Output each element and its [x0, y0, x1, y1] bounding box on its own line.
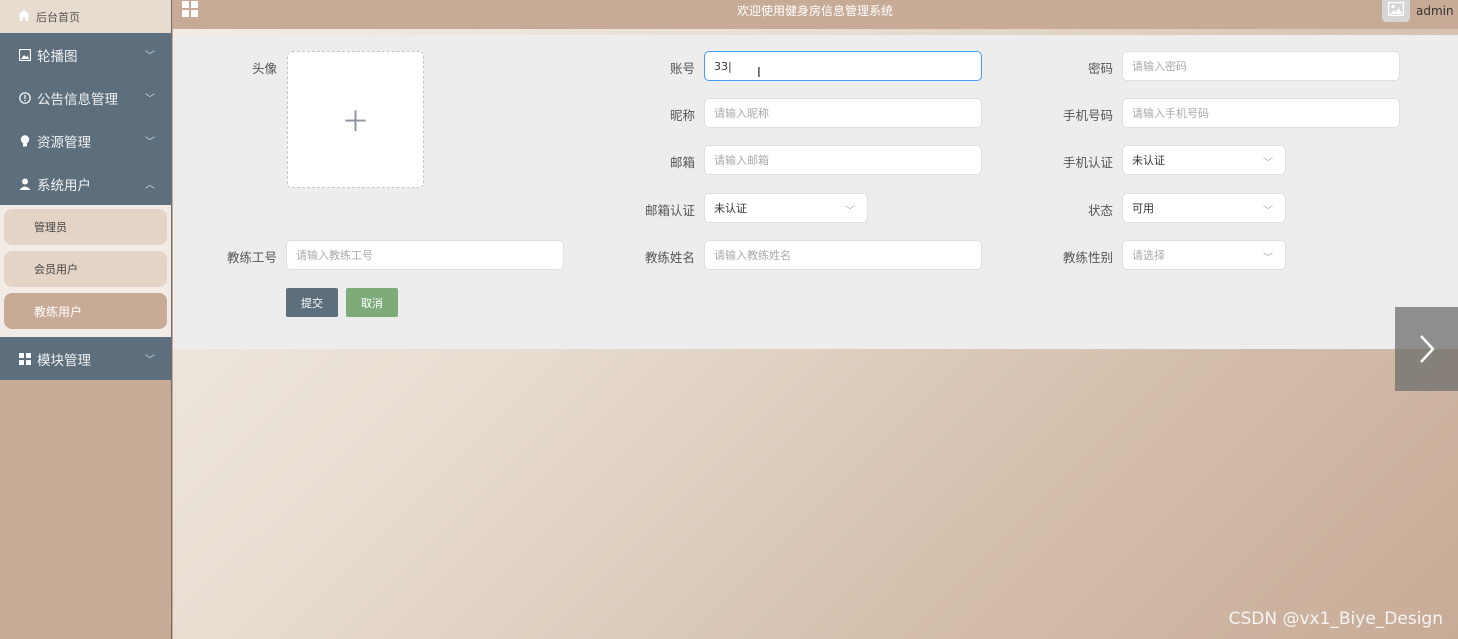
password-label: 密码 [1087, 61, 1113, 76]
phone-input[interactable]: 请输入手机号码 [1122, 98, 1400, 128]
submit-button[interactable]: 提交 [286, 288, 338, 317]
sidebar-item-label: 公告信息管理 [37, 91, 118, 108]
phone-verify-label: 手机认证 [1062, 155, 1113, 170]
phone-label: 手机号码 [1062, 108, 1113, 123]
email-input[interactable]: 请输入邮箱 [704, 145, 982, 175]
nickname-input[interactable]: 请输入昵称 [704, 98, 982, 128]
coach-name-input[interactable]: 请输入教练姓名 [704, 240, 982, 270]
coach-id-input[interactable]: 请输入教练工号 [286, 240, 564, 270]
sidebar-menu: 轮播图 ﹀ 公告信息管理 ﹀ 资源管理 ﹀ 系统用户 ︿ [0, 33, 171, 205]
info-icon [18, 91, 31, 104]
grid-icon [18, 352, 31, 365]
coach-gender-select[interactable]: 请选择 ﹀ [1122, 240, 1286, 270]
phone-verify-select[interactable]: 未认证 ﹀ [1122, 145, 1286, 175]
email-verify-label: 邮箱认证 [644, 203, 695, 218]
text-cursor-icon: I [757, 66, 761, 81]
chevron-down-icon: ﹀ [145, 51, 155, 62]
status-select[interactable]: 可用 ﹀ [1122, 193, 1286, 223]
email-verify-select[interactable]: 未认证 ﹀ [704, 193, 868, 223]
chevron-right-icon [1419, 335, 1435, 363]
chevron-down-icon: ﹀ [145, 94, 155, 105]
chevron-down-icon: ﹀ [145, 355, 155, 366]
cancel-button[interactable]: 取消 [346, 288, 398, 317]
coach-form: 头像 ＋ 账号 33 | 密码 请输入密码 昵称 请输入昵称 手机号码 请输入手机… [173, 35, 1458, 349]
sidebar-item-carousel[interactable]: 轮播图 ﹀ [0, 33, 171, 76]
sidebar-item-label: 模块管理 [37, 352, 91, 369]
main-content: 头像 ＋ 账号 33 | 密码 请输入密码 昵称 请输入昵称 手机号码 请输入手机… [173, 29, 1458, 639]
status-label: 状态 [1087, 203, 1113, 218]
watermark: CSDN @vx1_Biye_Design [1228, 609, 1443, 629]
user-icon [18, 177, 31, 190]
email-label: 邮箱 [669, 155, 695, 170]
sidebar-item-notice[interactable]: 公告信息管理 ﹀ [0, 76, 171, 119]
account-label: 账号 [669, 61, 695, 76]
submenu-item-member[interactable]: 会员用户 [4, 251, 167, 287]
home-icon [18, 9, 30, 24]
plus-icon: ＋ [341, 104, 370, 138]
nickname-label: 昵称 [669, 108, 695, 123]
avatar-upload[interactable]: ＋ [287, 51, 424, 188]
username[interactable]: admin [1416, 4, 1454, 18]
chevron-up-icon: ︿ [145, 180, 155, 191]
sidebar-item-label: 系统用户 [37, 177, 91, 194]
sidebar-home-label: 后台首页 [36, 10, 80, 24]
sidebar-item-module[interactable]: 模块管理 ﹀ [0, 337, 171, 380]
sidebar-menu-bottom: 模块管理 ﹀ [0, 337, 171, 380]
sidebar-item-system-users[interactable]: 系统用户 ︿ [0, 162, 171, 205]
submenu-item-label: 会员用户 [34, 263, 78, 276]
next-arrow-button[interactable] [1395, 307, 1458, 391]
page-title: 欢迎使用健身房信息管理系统 [736, 4, 893, 18]
coach-gender-label: 教练性别 [1062, 250, 1113, 265]
submenu-item-admin[interactable]: 管理员 [4, 209, 167, 245]
chevron-down-icon: ﹀ [1263, 253, 1273, 264]
chevron-down-icon: ﹀ [1263, 158, 1273, 169]
avatar[interactable] [1382, 0, 1410, 22]
lightbulb-icon [18, 134, 31, 147]
coach-id-label: 教练工号 [226, 250, 277, 265]
sidebar-item-label: 轮播图 [37, 48, 78, 65]
chevron-down-icon: ﹀ [145, 137, 155, 148]
avatar-label: 头像 [251, 61, 277, 76]
sidebar-item-resource[interactable]: 资源管理 ﹀ [0, 119, 171, 162]
image-placeholder-icon [1388, 2, 1404, 16]
account-input[interactable]: 33 | [704, 51, 982, 81]
topbar: 欢迎使用健身房信息管理系统 admin [172, 0, 1458, 29]
chevron-down-icon: ﹀ [845, 206, 855, 217]
password-input[interactable]: 请输入密码 [1122, 51, 1400, 81]
sidebar-home[interactable]: 后台首页 [0, 0, 171, 33]
sidebar-item-label: 资源管理 [37, 134, 91, 151]
submenu-item-coach[interactable]: 教练用户 [4, 293, 167, 329]
coach-name-label: 教练姓名 [644, 250, 695, 265]
chevron-down-icon: ﹀ [1263, 206, 1273, 217]
submenu-system-users: 管理员 会员用户 教练用户 [0, 205, 171, 337]
submenu-item-label: 教练用户 [34, 304, 83, 319]
sidebar: 后台首页 轮播图 ﹀ 公告信息管理 ﹀ 资源管理 ﹀ 系统用户 ︿ 管理员 会员… [0, 0, 172, 639]
submenu-item-label: 管理员 [34, 221, 67, 234]
image-icon [18, 48, 31, 61]
